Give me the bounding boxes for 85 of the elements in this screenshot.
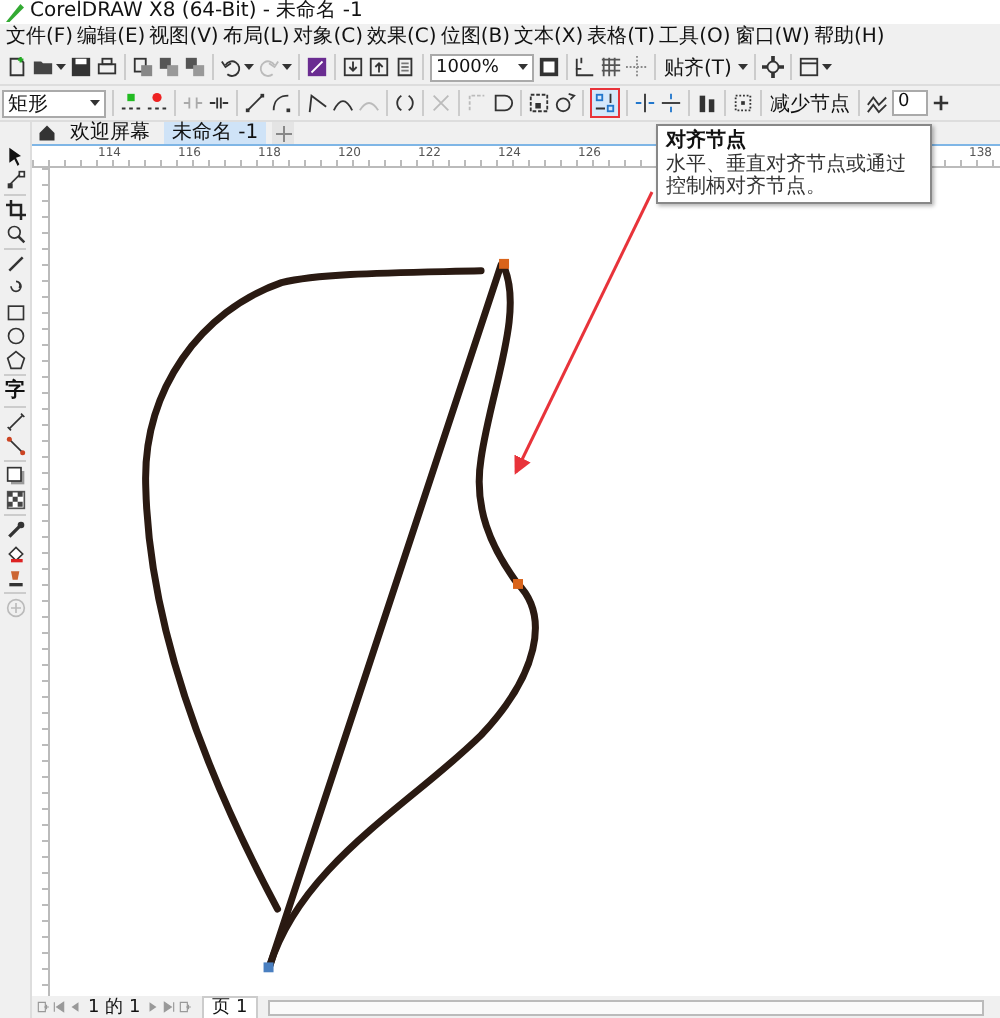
- page-tab[interactable]: 页 1: [202, 995, 258, 1018]
- menu-item[interactable]: 帮助(H): [813, 25, 885, 49]
- bars-icon[interactable]: [696, 92, 718, 114]
- caret-icon[interactable]: [244, 62, 254, 72]
- menu-item[interactable]: 工具(O): [659, 25, 731, 49]
- close-curve-icon[interactable]: [492, 92, 514, 114]
- window-title: CorelDRAW X8 (64-Bit) - 未命名 -1: [30, 0, 363, 24]
- save-icon[interactable]: [70, 56, 92, 78]
- paste-icon[interactable]: [184, 56, 206, 78]
- import-icon[interactable]: [342, 56, 364, 78]
- caret-icon[interactable]: [90, 98, 100, 108]
- rulers-icon[interactable]: [574, 56, 596, 78]
- drop-shadow-tool-icon[interactable]: [5, 466, 25, 486]
- delete-node-icon[interactable]: [146, 92, 168, 114]
- transparency-tool-icon[interactable]: [5, 490, 25, 510]
- connector-tool-icon[interactable]: [5, 436, 25, 456]
- export-icon[interactable]: [368, 56, 390, 78]
- menu-item[interactable]: 视图(V): [149, 25, 219, 49]
- rotate-nodes-icon[interactable]: [554, 92, 576, 114]
- folder-icon[interactable]: [32, 56, 54, 78]
- ellipse-tool-icon[interactable]: [5, 326, 25, 346]
- horizontal-scrollbar[interactable]: [267, 999, 984, 1015]
- curve-smoothness-icon: [866, 92, 888, 114]
- reverse-direction-icon[interactable]: [394, 92, 416, 114]
- mirror-vertical-icon[interactable]: [660, 92, 682, 114]
- menu-item[interactable]: 效果(C): [367, 25, 437, 49]
- cusp-node-icon[interactable]: [306, 92, 328, 114]
- copy-icon[interactable]: [158, 56, 180, 78]
- new-document-icon[interactable]: [6, 56, 28, 78]
- settings-icon[interactable]: [761, 56, 784, 78]
- window-icon[interactable]: [797, 56, 820, 78]
- spiral-tool-icon[interactable]: [5, 278, 25, 298]
- tooltip-title: 对齐节点: [666, 130, 748, 153]
- plus-icon[interactable]: [932, 94, 950, 112]
- eyedropper-tool-icon[interactable]: [5, 520, 25, 540]
- caret-icon[interactable]: [737, 62, 748, 72]
- smart-fill-tool-icon[interactable]: [5, 568, 25, 588]
- grid-icon[interactable]: [600, 56, 622, 78]
- select-all-nodes-icon[interactable]: [732, 92, 754, 114]
- caret-icon[interactable]: [821, 62, 832, 72]
- pick-tool-icon[interactable]: [5, 146, 25, 166]
- shape-tool-icon[interactable]: [5, 170, 25, 190]
- break-nodes-icon[interactable]: [208, 92, 230, 114]
- freehand-tool-icon[interactable]: [5, 254, 25, 274]
- document-tab[interactable]: 未命名 -1: [164, 122, 267, 144]
- undo-icon[interactable]: [220, 56, 242, 78]
- smoothness-field[interactable]: 0: [892, 90, 928, 116]
- printer-icon[interactable]: [96, 56, 118, 78]
- polygon-tool-icon[interactable]: [5, 350, 25, 370]
- zoom-tool-icon[interactable]: [5, 224, 25, 244]
- caret-icon[interactable]: [282, 62, 292, 72]
- menu-item[interactable]: 位图(B): [440, 25, 510, 49]
- join-nodes-icon[interactable]: [182, 92, 204, 114]
- rectangle-tool-icon[interactable]: [5, 302, 25, 322]
- zoom-level-dropdown[interactable]: 1000%: [430, 53, 534, 81]
- snap-to-dropdown[interactable]: 贴齐(T): [662, 53, 734, 81]
- caret-icon[interactable]: [56, 62, 66, 72]
- menu-item[interactable]: 窗口(W): [734, 25, 810, 49]
- menu-item[interactable]: 对象(C): [293, 25, 364, 49]
- text-tool[interactable]: 字: [5, 380, 25, 402]
- add-node-icon[interactable]: [120, 92, 142, 114]
- document-tab[interactable]: 欢迎屏幕: [62, 122, 158, 144]
- menu-item[interactable]: 文本(X): [513, 25, 584, 49]
- menu-item[interactable]: 编辑(E): [77, 25, 146, 49]
- fill-tool-icon[interactable]: [5, 544, 25, 564]
- to-curve-icon[interactable]: [270, 92, 292, 114]
- guidelines-icon[interactable]: [626, 56, 648, 78]
- reduce-nodes-button[interactable]: 减少节点: [768, 89, 852, 117]
- menu-item[interactable]: 表格(T): [587, 25, 656, 49]
- caret-icon[interactable]: [518, 62, 528, 72]
- menu-item[interactable]: 布局(L): [222, 25, 290, 49]
- to-line-icon[interactable]: [244, 92, 266, 114]
- page-position: 1 的 1: [86, 997, 143, 1017]
- mirror-horizontal-icon[interactable]: [634, 92, 656, 114]
- tooltip-text: 水平、垂直对齐节点或通过控制柄对齐节点。: [666, 154, 908, 198]
- menu-item[interactable]: 文件(F): [6, 25, 74, 49]
- dimension-tool-icon[interactable]: [5, 412, 25, 432]
- crop-tool-icon[interactable]: [5, 200, 25, 220]
- full-screen-icon[interactable]: [538, 56, 560, 78]
- new-tab-button[interactable]: [272, 122, 295, 144]
- app-logo-icon: [6, 3, 24, 21]
- object-type-dropdown[interactable]: 矩形: [2, 89, 106, 117]
- stretch-nodes-icon[interactable]: [528, 92, 550, 114]
- pages-icon[interactable]: [132, 56, 154, 78]
- align-nodes-button[interactable]: [590, 88, 620, 118]
